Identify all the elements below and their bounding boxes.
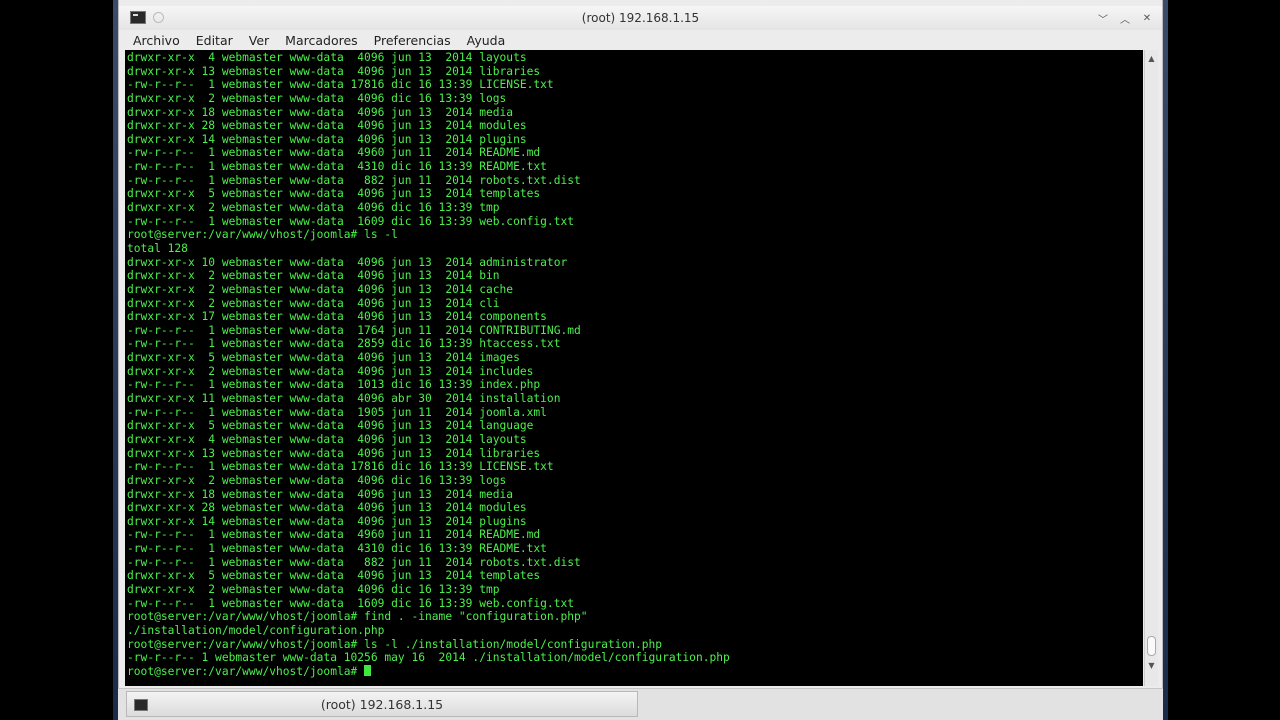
terminal-line: -rw-r--r-- 1 webmaster www-data 1609 dic… [127, 214, 575, 228]
menu-archivo[interactable]: Archivo [133, 33, 188, 48]
window-title: (root) 192.168.1.15 [581, 11, 700, 25]
terminal-window: (root) 192.168.1.15 ﹀ ︿ ✕ Archivo Editar… [118, 0, 1163, 720]
terminal-line: -rw-r--r-- 1 webmaster www-data 17816 di… [127, 460, 554, 474]
terminal-line: -rw-r--r-- 1 webmaster www-data 1609 dic… [127, 596, 575, 610]
terminal-line: drwxr-xr-x 2 webmaster www-data 4096 jun… [127, 282, 514, 296]
terminal-line: drwxr-xr-x 2 webmaster www-data 4096 dic… [127, 201, 500, 215]
terminal-line: drwxr-xr-x 10 webmaster www-data 4096 ju… [127, 255, 568, 269]
prompt-line: root@server:/var/www/vhost/joomla# [127, 664, 730, 679]
taskbar-window-button[interactable]: (root) 192.168.1.15 [126, 691, 638, 717]
scrollbar[interactable]: ▲ ▼ [1144, 50, 1158, 686]
terminal-lines: drwxr-xr-x 4 webmaster www-data 4096 jun… [127, 51, 730, 678]
terminal-line: -rw-r--r-- 1 webmaster www-data 1013 dic… [127, 378, 541, 392]
scroll-up-icon[interactable]: ▲ [1145, 52, 1158, 65]
terminal-line: root@server:/var/www/vhost/joomla# find … [127, 610, 588, 624]
terminal-line: drwxr-xr-x 18 webmaster www-data 4096 ju… [127, 105, 514, 119]
terminal-line: drwxr-xr-x 13 webmaster www-data 4096 ju… [127, 446, 541, 460]
title-bar[interactable]: (root) 192.168.1.15 ﹀ ︿ ✕ [119, 6, 1162, 30]
terminal-line: drwxr-xr-x 17 webmaster www-data 4096 ju… [127, 310, 547, 324]
taskbar-window-label: (root) 192.168.1.15 [320, 697, 444, 712]
terminal-line: drwxr-xr-x 2 webmaster www-data 4096 jun… [127, 296, 500, 310]
terminal-line: -rw-r--r-- 1 webmaster www-data 10256 ma… [127, 651, 730, 665]
menu-preferencias[interactable]: Preferencias [374, 33, 459, 48]
terminal-line: drwxr-xr-x 2 webmaster www-data 4096 dic… [127, 582, 500, 596]
terminal-line: drwxr-xr-x 14 webmaster www-data 4096 ju… [127, 514, 527, 528]
terminal-line: -rw-r--r-- 1 webmaster www-data 882 jun … [127, 555, 581, 569]
terminal-line: root@server:/var/www/vhost/joomla# ls -l [127, 228, 398, 242]
terminal-line: -rw-r--r-- 1 webmaster www-data 4960 jun… [127, 146, 541, 160]
terminal-line: -rw-r--r-- 1 webmaster www-data 4310 dic… [127, 160, 547, 174]
menu-ayuda[interactable]: Ayuda [467, 33, 514, 48]
close-button[interactable]: ✕ [1138, 9, 1156, 27]
menu-editar[interactable]: Editar [196, 33, 241, 48]
terminal-line: drwxr-xr-x 5 webmaster www-data 4096 jun… [127, 569, 541, 583]
terminal-line: drwxr-xr-x 18 webmaster www-data 4096 ju… [127, 487, 514, 501]
terminal-line: -rw-r--r-- 1 webmaster www-data 1764 jun… [127, 323, 581, 337]
maximize-button[interactable]: ︿ [1116, 9, 1134, 27]
terminal-line: -rw-r--r-- 1 webmaster www-data 1905 jun… [127, 405, 547, 419]
terminal-line: drwxr-xr-x 2 webmaster www-data 4096 jun… [127, 364, 534, 378]
terminal-line: drwxr-xr-x 5 webmaster www-data 4096 jun… [127, 419, 534, 433]
minimize-button[interactable]: ﹀ [1094, 9, 1112, 27]
terminal-line: drwxr-xr-x 5 webmaster www-data 4096 jun… [127, 187, 541, 201]
taskbar: (root) 192.168.1.15 [118, 688, 1163, 720]
terminal-line: drwxr-xr-x 13 webmaster www-data 4096 ju… [127, 64, 541, 78]
terminal-line: drwxr-xr-x 2 webmaster www-data 4096 dic… [127, 91, 507, 105]
terminal-line: -rw-r--r-- 1 webmaster www-data 882 jun … [127, 173, 581, 187]
terminal-line: root@server:/var/www/vhost/joomla# ls -l… [127, 637, 663, 651]
terminal-line: -rw-r--r-- 1 webmaster www-data 4310 dic… [127, 542, 547, 556]
terminal-line: drwxr-xr-x 11 webmaster www-data 4096 ab… [127, 392, 561, 406]
terminal-line: drwxr-xr-x 28 webmaster www-data 4096 ju… [127, 501, 527, 515]
cursor [364, 664, 372, 676]
scroll-down-icon[interactable]: ▼ [1145, 659, 1158, 672]
terminal-line: drwxr-xr-x 14 webmaster www-data 4096 ju… [127, 132, 527, 146]
desktop-background-right [1163, 0, 1168, 720]
menu-bar: Archivo Editar Ver Marcadores Preferenci… [119, 30, 1162, 50]
terminal-line: drwxr-xr-x 28 webmaster www-data 4096 ju… [127, 119, 527, 133]
prompt-text: root@server:/var/www/vhost/joomla# [127, 664, 365, 678]
menu-ver[interactable]: Ver [249, 33, 277, 48]
menu-marcadores[interactable]: Marcadores [285, 33, 366, 48]
terminal-line: ./installation/model/configuration.php [127, 623, 385, 637]
terminal-output[interactable]: drwxr-xr-x 4 webmaster www-data 4096 jun… [125, 50, 1143, 686]
terminal-line: drwxr-xr-x 2 webmaster www-data 4096 dic… [127, 473, 507, 487]
terminal-line: drwxr-xr-x 2 webmaster www-data 4096 jun… [127, 269, 500, 283]
terminal-line: -rw-r--r-- 1 webmaster www-data 17816 di… [127, 78, 554, 92]
terminal-line: -rw-r--r-- 1 webmaster www-data 4960 jun… [127, 528, 541, 542]
terminal-line: drwxr-xr-x 5 webmaster www-data 4096 jun… [127, 351, 520, 365]
scroll-thumb[interactable] [1147, 636, 1156, 656]
terminal-line: drwxr-xr-x 4 webmaster www-data 4096 jun… [127, 51, 527, 64]
terminal-line: drwxr-xr-x 4 webmaster www-data 4096 jun… [127, 432, 527, 446]
terminal-line: -rw-r--r-- 1 webmaster www-data 2859 dic… [127, 337, 561, 351]
terminal-line: total 128 [127, 241, 188, 255]
